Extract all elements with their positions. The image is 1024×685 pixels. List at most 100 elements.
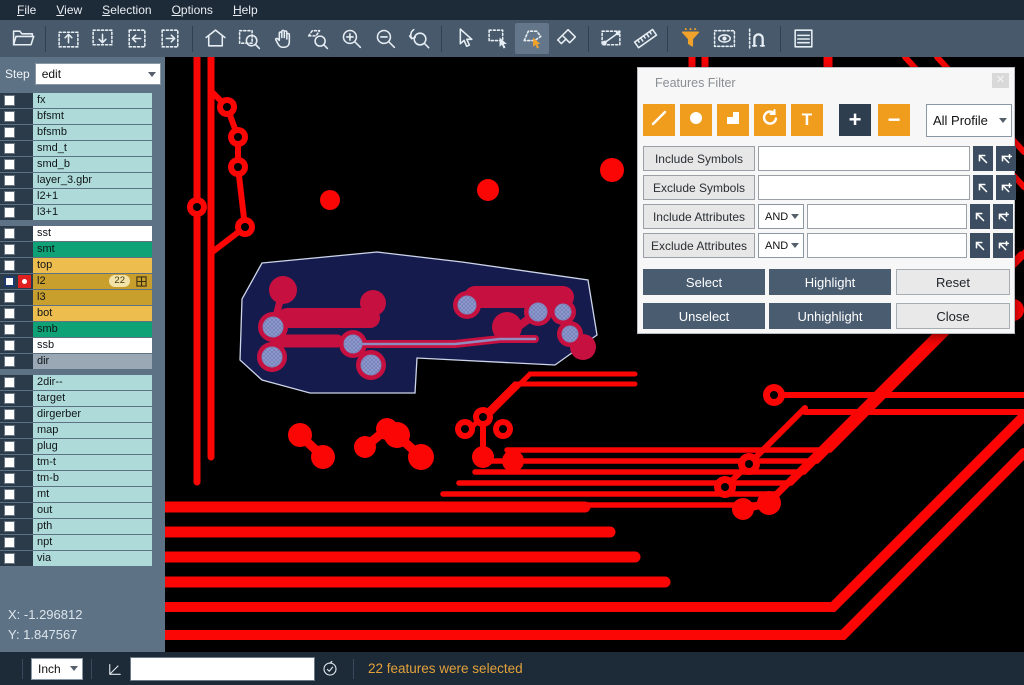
line-tool-button[interactable] [643, 104, 675, 136]
text-tool-button[interactable]: T [791, 104, 823, 136]
layer-checkbox[interactable] [4, 473, 15, 484]
layer-checkbox[interactable] [4, 441, 15, 452]
layer-name[interactable]: target [33, 391, 152, 406]
layer-checkbox[interactable] [4, 553, 15, 564]
unselect-button[interactable]: Unselect [643, 303, 765, 329]
and-or-select[interactable]: AND [758, 204, 804, 229]
toolbar-home-button[interactable] [198, 23, 232, 54]
pick-arrow-add-button[interactable] [996, 175, 1016, 200]
layer-checkbox[interactable] [4, 356, 15, 367]
pick-arrow-button[interactable] [973, 175, 993, 200]
units-select[interactable]: Inch [31, 658, 83, 680]
layer-name[interactable]: pth [33, 519, 152, 534]
toolbar-select-arrow-button[interactable] [447, 23, 481, 54]
command-input[interactable] [130, 657, 315, 681]
menu-help[interactable]: Help [224, 1, 267, 19]
layer-checkbox[interactable] [4, 228, 15, 239]
layer-name[interactable]: bfsmb [33, 125, 152, 140]
layer-checkbox[interactable] [4, 505, 15, 516]
toolbar-zoom-in-button[interactable] [334, 23, 368, 54]
layer-checkbox[interactable] [4, 143, 15, 154]
toolbar-open-button[interactable] [6, 23, 40, 54]
layer-name[interactable]: mt [33, 487, 152, 502]
close-icon[interactable]: ✕ [992, 73, 1009, 88]
toolbar-view-right-button[interactable] [153, 23, 187, 54]
layer-name[interactable]: 2dir-- [33, 375, 152, 390]
layer-name[interactable]: bot [33, 306, 152, 321]
toolbar-ruler-button[interactable] [628, 23, 662, 54]
layer-checkbox[interactable] [4, 127, 15, 138]
toolbar-zoom-object-button[interactable] [300, 23, 334, 54]
include-attributes-input[interactable] [807, 204, 967, 229]
layer-name[interactable]: tm-b [33, 471, 152, 486]
step-select[interactable]: edit [35, 63, 161, 85]
pick-arrow-button[interactable] [970, 233, 990, 258]
layer-name[interactable]: bfsmt [33, 109, 152, 124]
layer-checkbox[interactable] [4, 489, 15, 500]
remove-tool-button[interactable]: − [878, 104, 910, 136]
exclude-attributes-input[interactable] [807, 233, 967, 258]
layer-checkbox[interactable] [4, 207, 15, 218]
select-button[interactable]: Select [643, 269, 765, 295]
layer-name[interactable]: npt [33, 535, 152, 550]
layer-name[interactable]: tm-t [33, 455, 152, 470]
layer-name[interactable]: top [33, 258, 152, 273]
and-or-select[interactable]: AND [758, 233, 804, 258]
toolbar-view-up-button[interactable] [51, 23, 85, 54]
layer-name[interactable]: l3 [33, 290, 152, 305]
layer-name[interactable]: layer_3.gbr [33, 173, 152, 188]
layer-name[interactable]: smd_t [33, 141, 152, 156]
toolbar-filter-button[interactable] [673, 23, 707, 54]
toolbar-zoom-out-button[interactable] [368, 23, 402, 54]
unhighlight-button[interactable]: Unhighlight [769, 303, 891, 329]
layer-checkbox[interactable] [4, 244, 15, 255]
layer-checkbox[interactable] [4, 377, 15, 388]
surface-tool-button[interactable] [717, 104, 749, 136]
close-button[interactable]: Close [896, 303, 1010, 329]
profile-select[interactable]: All Profile [926, 104, 1012, 137]
toolbar-select-polygon-button[interactable] [515, 23, 549, 54]
layer-checkbox[interactable] [4, 308, 15, 319]
pick-arrow-button[interactable] [970, 204, 990, 229]
include-symbols-input[interactable] [758, 146, 970, 171]
reset-button[interactable]: Reset [896, 269, 1010, 295]
toolbar-view-left-button[interactable] [119, 23, 153, 54]
layer-checkbox[interactable] [4, 521, 15, 532]
layer-name[interactable]: l3+1 [33, 205, 152, 220]
layer-checkbox[interactable] [4, 537, 15, 548]
menu-view[interactable]: View [47, 1, 91, 19]
history-check-icon[interactable] [321, 660, 339, 678]
layer-checkbox[interactable] [4, 340, 15, 351]
exclude-symbols-button[interactable]: Exclude Symbols [643, 175, 755, 200]
pick-arrow-add-button[interactable] [996, 146, 1016, 171]
layer-checkbox[interactable] [4, 191, 15, 202]
toolbar-view-down-button[interactable] [85, 23, 119, 54]
layer-name[interactable]: via [33, 551, 152, 566]
include-attributes-button[interactable]: Include Attributes [643, 204, 755, 229]
layer-name[interactable]: map [33, 423, 152, 438]
angle-corner-icon[interactable] [106, 660, 124, 678]
toolbar-snap-magnet-button[interactable] [741, 23, 775, 54]
layer-name[interactable]: smt [33, 242, 152, 257]
layer-checkbox[interactable] [4, 292, 15, 303]
menu-selection[interactable]: Selection [93, 1, 160, 19]
layer-name[interactable]: l2+1 [33, 189, 152, 204]
exclude-attributes-button[interactable]: Exclude Attributes [643, 233, 755, 258]
layer-checkbox[interactable] [4, 409, 15, 420]
toolbar-zoom-previous-button[interactable] [402, 23, 436, 54]
layer-checkbox[interactable] [4, 425, 15, 436]
active-layer-indicator[interactable] [18, 275, 31, 288]
layer-name[interactable]: ssb [33, 338, 152, 353]
menu-file[interactable]: File [8, 1, 45, 19]
layer-name[interactable]: plug [33, 439, 152, 454]
pick-arrow-button[interactable] [973, 146, 993, 171]
layer-name[interactable]: l222 [33, 274, 152, 289]
include-symbols-button[interactable]: Include Symbols [643, 146, 755, 171]
layer-checkbox[interactable] [4, 457, 15, 468]
layer-checkbox[interactable] [4, 159, 15, 170]
layer-name[interactable]: fx [33, 93, 152, 108]
layer-name[interactable]: smb [33, 322, 152, 337]
toolbar-measure-line-button[interactable] [594, 23, 628, 54]
toolbar-show-eye-button[interactable] [707, 23, 741, 54]
layer-checkbox[interactable] [4, 175, 15, 186]
